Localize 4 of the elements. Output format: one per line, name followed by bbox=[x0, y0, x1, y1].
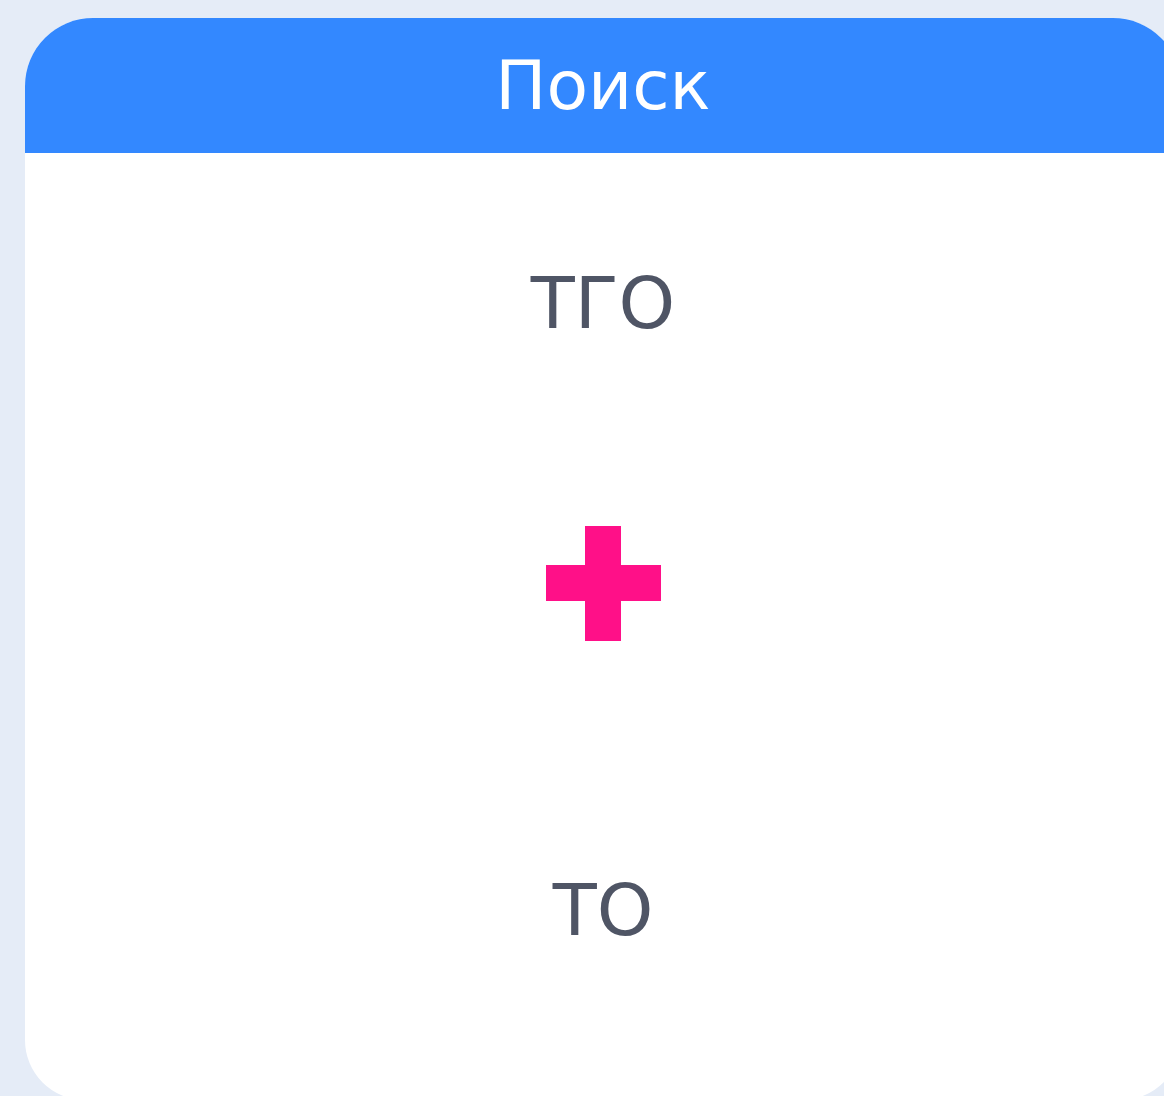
plus-icon bbox=[545, 526, 661, 641]
card-text: ТО bbox=[552, 874, 654, 946]
card-text: ТГО bbox=[530, 267, 676, 339]
header-title: Поиск bbox=[495, 51, 711, 120]
